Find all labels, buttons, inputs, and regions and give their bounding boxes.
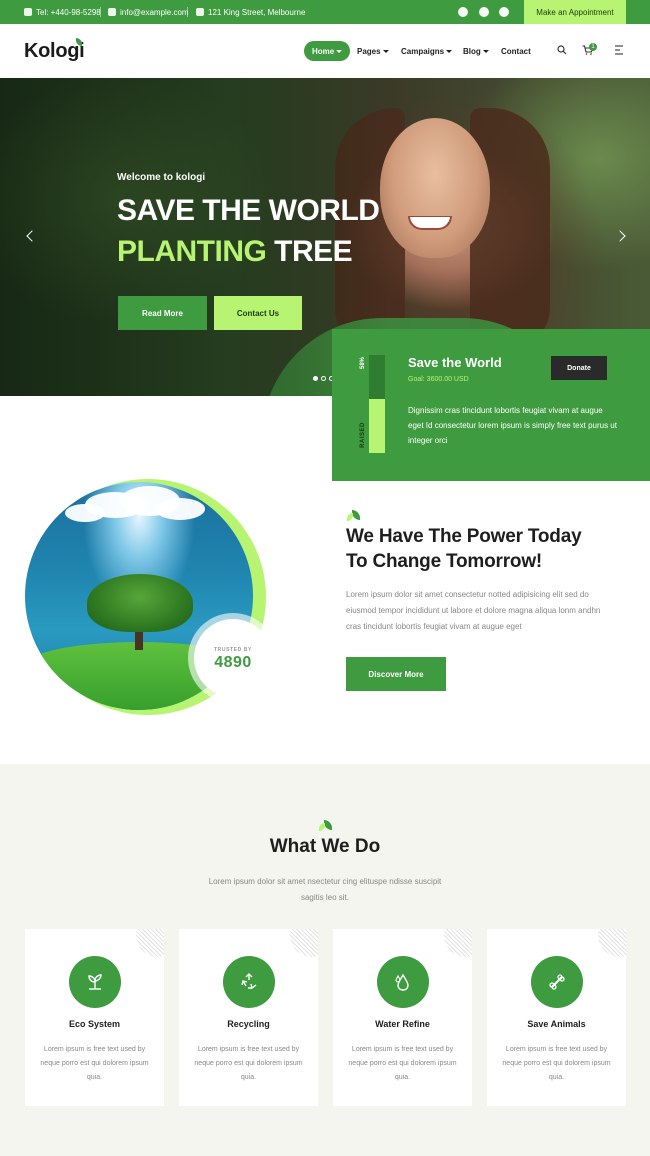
raised-percent: 58% bbox=[360, 357, 366, 370]
nav-campaigns[interactable]: Campaigns bbox=[401, 41, 453, 61]
hero-heading-line1: SAVE THE WORLD bbox=[117, 194, 380, 227]
about-heading-line1: We Have The Power Today bbox=[346, 526, 582, 547]
service-card-title: Save Animals bbox=[527, 1019, 586, 1029]
search-icon[interactable] bbox=[557, 45, 567, 55]
services-subtitle: Lorem ipsum dolor sit amet nsectetur cin… bbox=[208, 877, 442, 902]
leaf-icon bbox=[352, 510, 360, 520]
nav-contact[interactable]: Contact bbox=[501, 41, 531, 61]
top-bar: Tel: +440-98-5298 info@example.com 121 K… bbox=[0, 0, 650, 24]
chevron-down-icon bbox=[482, 49, 489, 53]
address-text: 121 King Street, Melbourne bbox=[208, 7, 306, 17]
twitter-icon[interactable] bbox=[479, 7, 489, 17]
service-card-title: Recycling bbox=[227, 1019, 270, 1029]
phone-icon bbox=[24, 8, 32, 16]
envelope-icon bbox=[108, 8, 116, 16]
facebook-icon[interactable] bbox=[458, 7, 468, 17]
service-card-desc: Lorem ipsum is free text used by neque p… bbox=[502, 1046, 611, 1081]
contact-us-button[interactable]: Contact Us bbox=[214, 296, 302, 330]
nav-campaigns-label: Campaigns bbox=[401, 46, 445, 56]
card-decoration bbox=[290, 929, 318, 957]
map-icon bbox=[196, 8, 204, 16]
service-card-eco-system[interactable]: Eco System Lorem ipsum is free text used… bbox=[25, 929, 164, 1106]
service-card-recycling[interactable]: Recycling Lorem ipsum is free text used … bbox=[179, 929, 318, 1106]
nav-home-label: Home bbox=[312, 46, 335, 56]
slider-dot[interactable] bbox=[321, 376, 326, 381]
divider bbox=[187, 7, 188, 17]
nav-pages-label: Pages bbox=[357, 46, 381, 56]
phone-contact[interactable]: Tel: +440-98-5298 bbox=[24, 0, 101, 24]
service-card-desc: Lorem ipsum is free text used by neque p… bbox=[194, 1046, 303, 1081]
read-more-button[interactable]: Read More bbox=[118, 296, 207, 330]
main-header: Kologi Home Pages Campaigns Blog Contact bbox=[0, 24, 650, 78]
cloud-shape bbox=[155, 498, 205, 520]
bone-icon bbox=[531, 956, 583, 1008]
service-card-title: Water Refine bbox=[375, 1019, 430, 1029]
cart-count-badge: 1 bbox=[589, 43, 597, 51]
slider-dot[interactable] bbox=[313, 376, 318, 381]
plant-icon bbox=[69, 956, 121, 1008]
email-text: info@example.com bbox=[120, 7, 189, 17]
trusted-number: 4890 bbox=[214, 654, 252, 671]
recycle-icon bbox=[223, 956, 275, 1008]
hero-heading-rest: TREE bbox=[274, 235, 353, 268]
water-drop-icon bbox=[377, 956, 429, 1008]
logo[interactable]: Kologi bbox=[24, 40, 85, 63]
chevron-down-icon bbox=[382, 49, 389, 53]
card-decoration bbox=[136, 929, 164, 957]
cloud-shape bbox=[65, 504, 105, 522]
donation-goal: Goal: 3600.00 USD bbox=[408, 376, 469, 383]
discover-more-button[interactable]: Discover More bbox=[346, 657, 446, 691]
hero-heading-line2: PLANTING TREE bbox=[117, 235, 353, 269]
hero-welcome-text: Welcome to kologi bbox=[117, 172, 206, 183]
menu-icon[interactable] bbox=[615, 45, 623, 55]
trusted-label: TRUSTED BY bbox=[214, 647, 252, 653]
raised-label: RAISED bbox=[360, 422, 366, 448]
service-card-water-refine[interactable]: Water Refine Lorem ipsum is free text us… bbox=[333, 929, 472, 1106]
service-card-save-animals[interactable]: Save Animals Lorem ipsum is free text us… bbox=[487, 929, 626, 1106]
nav-pages[interactable]: Pages bbox=[357, 41, 389, 61]
services-title: What We Do bbox=[269, 836, 381, 857]
nav-blog[interactable]: Blog bbox=[463, 41, 489, 61]
about-heading-line2: To Change Tomorrow! bbox=[346, 551, 543, 572]
chevron-down-icon bbox=[446, 49, 453, 53]
make-appointment-button[interactable]: Make an Appointment bbox=[524, 0, 626, 24]
nav-blog-label: Blog bbox=[463, 46, 481, 56]
divider bbox=[100, 7, 101, 17]
tree-crown-shape bbox=[87, 574, 193, 632]
service-card-desc: Lorem ipsum is free text used by neque p… bbox=[40, 1046, 149, 1081]
card-decoration bbox=[444, 929, 472, 957]
donate-button[interactable]: Donate bbox=[551, 356, 607, 380]
address-info: 121 King Street, Melbourne bbox=[196, 0, 305, 24]
youtube-icon[interactable] bbox=[499, 7, 509, 17]
about-paragraph: Lorem ipsum dolor sit amet consectetur n… bbox=[346, 590, 601, 631]
leaf-icon bbox=[347, 513, 353, 521]
chevron-down-icon bbox=[336, 49, 343, 53]
phone-text: Tel: +440-98-5298 bbox=[36, 7, 101, 17]
hero-heading-highlight: PLANTING bbox=[117, 235, 267, 268]
nav-contact-label: Contact bbox=[501, 46, 531, 56]
raised-progress-fill bbox=[369, 399, 385, 453]
donation-text: Dignissim cras tincidunt lobortis feugia… bbox=[408, 406, 617, 445]
service-card-desc: Lorem ipsum is free text used by neque p… bbox=[348, 1046, 457, 1081]
service-card-title: Eco System bbox=[68, 1019, 121, 1029]
email-contact[interactable]: info@example.com bbox=[108, 0, 189, 24]
nav-home[interactable]: Home bbox=[304, 41, 351, 61]
donation-title: Save the World bbox=[408, 355, 502, 370]
card-decoration bbox=[598, 929, 626, 957]
